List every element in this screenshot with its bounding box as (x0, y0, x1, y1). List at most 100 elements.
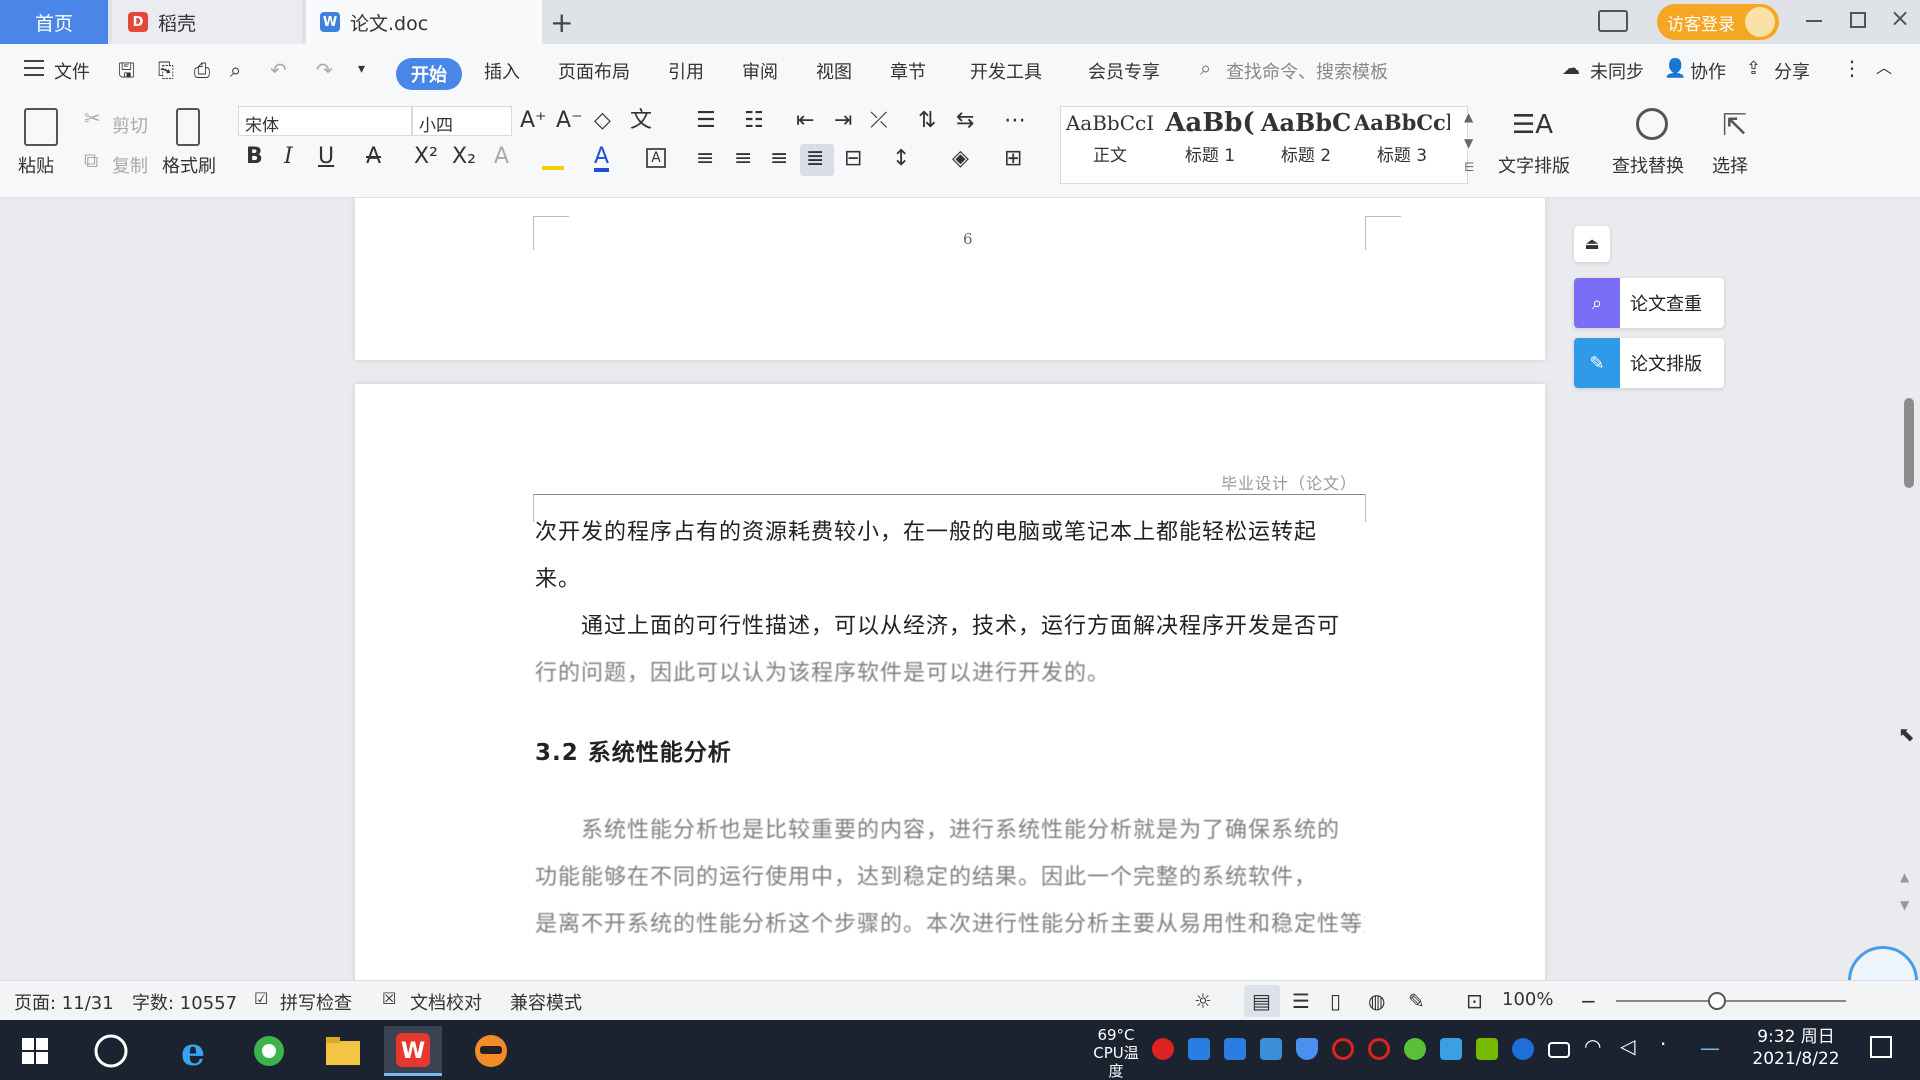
tab-home[interactable]: 首页 (0, 0, 108, 44)
save-icon[interactable]: 🖫 (118, 60, 135, 80)
visitor-login-button[interactable]: 访客登录 (1657, 4, 1779, 40)
menu-view[interactable]: 视图 (816, 58, 852, 84)
more-icon[interactable]: ⋮ (1842, 58, 1862, 78)
reading-view-icon[interactable]: ▯ (1330, 989, 1341, 1013)
tray-app-icon[interactable] (1404, 1038, 1426, 1060)
vertical-scrollbar-thumb[interactable] (1904, 398, 1914, 488)
undo-icon[interactable]: ↶ (270, 60, 287, 80)
layout-icon[interactable] (1598, 10, 1628, 32)
redo-icon[interactable]: ↷ (316, 60, 333, 80)
restore-icon[interactable] (1850, 12, 1866, 28)
phonetic-icon[interactable]: 文 (630, 110, 652, 132)
bluetooth-icon[interactable] (1512, 1038, 1534, 1060)
wifi-icon[interactable]: ◠ (1584, 1034, 1601, 1058)
side-panel-collapse-icon[interactable]: ⏏ (1574, 226, 1610, 262)
tray-app-icon[interactable] (1152, 1038, 1174, 1060)
highlight-icon[interactable] (542, 152, 564, 170)
tab-daoke[interactable]: D 稻壳 (112, 0, 302, 44)
text-layout-button[interactable]: 文字排版 (1498, 152, 1570, 178)
chinese-layout-icon[interactable]: ⤫ (870, 110, 888, 132)
align-right-icon[interactable]: ≡ (770, 148, 788, 170)
italic-icon[interactable]: I (284, 146, 293, 168)
thesis-format-button[interactable]: ✎ 论文排版 (1574, 338, 1724, 388)
writing-mode-icon[interactable]: ✎ (1408, 989, 1425, 1013)
show-marks-icon[interactable]: ⋯ (1004, 110, 1026, 132)
text-direction-icon[interactable]: ⇆ (956, 110, 974, 132)
word-count[interactable]: 字数: 10557 (132, 989, 237, 1015)
volume-icon[interactable]: ◁ (1620, 1034, 1635, 1058)
font-size-select[interactable]: 小四 (412, 106, 512, 136)
style-heading-2[interactable]: AaBbC 标题 2 (1258, 105, 1354, 177)
font-color-icon[interactable]: A (594, 146, 610, 172)
tray-app-icon[interactable] (1260, 1038, 1282, 1060)
language-icon[interactable]: — (1700, 1036, 1720, 1060)
menu-file[interactable]: 文件 (54, 58, 90, 84)
web-view-icon[interactable]: ◍ (1368, 989, 1385, 1013)
wps-writer-icon[interactable]: W (384, 1026, 442, 1076)
task-view-icon[interactable] (82, 1026, 140, 1076)
sort-icon[interactable]: ⇅ (918, 110, 936, 132)
menu-layout[interactable]: 页面布局 (558, 58, 630, 84)
clear-format-icon[interactable]: ◇ (594, 110, 611, 132)
tray-app-icon[interactable] (1224, 1038, 1246, 1060)
zoom-out-icon[interactable]: − (1580, 989, 1597, 1013)
gallery-more-icon[interactable]: ⋿ (1464, 160, 1474, 174)
scroll-next-page-icon[interactable]: ▼ (1900, 898, 1909, 912)
format-painter-button[interactable]: 格式刷 (162, 152, 216, 178)
share-button[interactable]: 分享 (1774, 58, 1810, 84)
align-center-icon[interactable]: ≡ (734, 148, 752, 170)
browser-360-icon[interactable] (240, 1026, 298, 1076)
grow-font-icon[interactable]: A⁺ (520, 110, 547, 132)
thesis-check-button[interactable]: ⌕ 论文查重 (1574, 278, 1724, 328)
strikethrough-icon[interactable]: A (366, 146, 381, 168)
eye-protect-icon[interactable]: ☼ (1194, 989, 1212, 1013)
scroll-prev-page-icon[interactable]: ▲ (1900, 870, 1909, 884)
app-mask-icon[interactable] (462, 1026, 520, 1076)
copy-button[interactable]: 复制 (112, 152, 148, 178)
sync-button[interactable]: 未同步 (1590, 58, 1644, 84)
file-explorer-icon[interactable] (314, 1026, 372, 1076)
superscript-icon[interactable]: X² (414, 146, 438, 168)
text-effect-icon[interactable]: A (494, 146, 509, 168)
spell-check-button[interactable]: 拼写检查 (280, 989, 352, 1015)
justify-icon[interactable]: ≣ (806, 148, 824, 170)
menu-insert[interactable]: 插入 (484, 58, 520, 84)
char-border-icon[interactable]: A (646, 148, 666, 168)
style-normal[interactable]: AaBbCcI 正文 (1062, 105, 1158, 177)
font-family-select[interactable]: 宋体 (238, 106, 412, 136)
zoom-slider-thumb[interactable] (1708, 992, 1726, 1010)
nvidia-icon[interactable] (1476, 1038, 1498, 1060)
gallery-down-icon[interactable]: ▼ (1464, 136, 1473, 150)
zoom-slider-track[interactable] (1616, 1000, 1846, 1002)
ime-icon[interactable]: · (1660, 1032, 1666, 1056)
print-icon[interactable]: ⎙ (194, 60, 210, 80)
increase-indent-icon[interactable]: ⇥ (834, 110, 852, 132)
menu-devtools[interactable]: 开发工具 (970, 58, 1042, 84)
collab-button[interactable]: 协作 (1690, 58, 1726, 84)
menu-reference[interactable]: 引用 (668, 58, 704, 84)
underline-icon[interactable]: U (318, 146, 334, 168)
cpu-temp-widget[interactable]: 69°C CPU温度 (1086, 1026, 1146, 1080)
search-commands-input[interactable]: 查找命令、搜索模板 (1226, 58, 1388, 84)
ie-browser-icon[interactable]: e (164, 1026, 222, 1076)
distributed-icon[interactable]: ⊟ (844, 148, 862, 170)
customize-dropdown-icon[interactable]: ▾ (358, 62, 365, 76)
menu-start[interactable]: 开始 (396, 58, 462, 90)
subscript-icon[interactable]: X₂ (452, 146, 476, 168)
collapse-ribbon-icon[interactable]: ︿ (1876, 60, 1892, 76)
preview-icon[interactable]: ⌕ (230, 60, 241, 80)
fit-page-icon[interactable]: ⊡ (1466, 989, 1483, 1013)
paste-icon[interactable] (24, 108, 58, 146)
align-left-icon[interactable]: ≡ (696, 148, 714, 170)
clock[interactable]: 9:32 周日 2021/8/22 (1736, 1026, 1856, 1070)
new-tab-icon[interactable]: + (550, 6, 573, 39)
assistant-avatar-icon[interactable] (1848, 946, 1918, 980)
borders-icon[interactable]: ⊞ (1004, 148, 1022, 170)
find-replace-button[interactable]: 查找替换 (1612, 152, 1684, 178)
tab-document[interactable]: W 论文.doc (306, 0, 542, 44)
numbered-list-icon[interactable]: ☷ (744, 110, 764, 132)
shrink-font-icon[interactable]: A⁻ (556, 110, 583, 132)
close-icon[interactable]: × (1890, 4, 1910, 32)
shading-icon[interactable]: ◈ (952, 148, 969, 170)
page-current[interactable]: 毕业设计（论文） 次开发的程序占有的资源耗费较小，在一般的电脑或笔记本上都能轻松… (355, 384, 1545, 980)
